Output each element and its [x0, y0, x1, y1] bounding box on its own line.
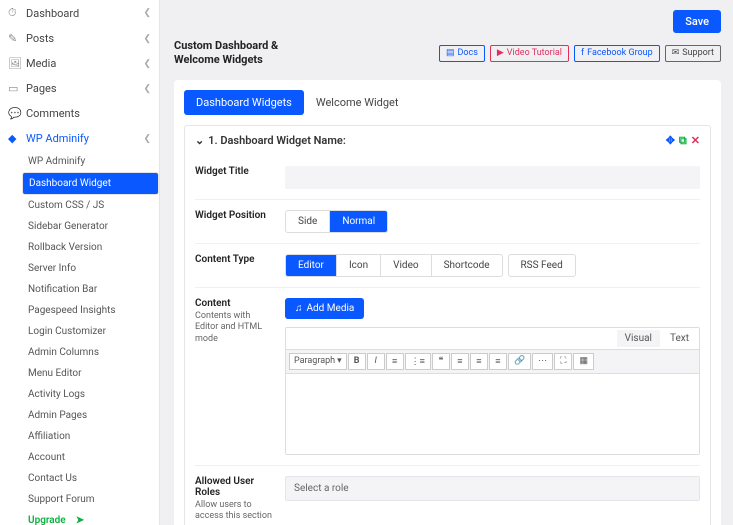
nav-icon: ◆: [8, 132, 20, 145]
subnav-login-customizer[interactable]: Login Customizer: [22, 321, 159, 342]
content-sublabel: Contents with Editor and HTML mode: [195, 311, 275, 346]
subnav-activity-logs[interactable]: Activity Logs: [22, 384, 159, 405]
pill-docs[interactable]: ▤Docs: [439, 45, 485, 62]
nav-icon: ✎: [8, 32, 20, 45]
align-right-icon[interactable]: ≡: [489, 353, 507, 370]
chevron-icon: ❮: [143, 59, 151, 69]
upgrade-arrow-icon: ➤: [76, 515, 84, 525]
pill-facebook-group[interactable]: fFacebook Group: [574, 45, 660, 62]
subnav-server-info[interactable]: Server Info: [22, 258, 159, 279]
nav-icon: ⏱: [8, 6, 20, 20]
pill-video-tutorial[interactable]: ▶Video Tutorial: [490, 45, 569, 62]
subnav-support-forum[interactable]: Support Forum: [22, 489, 159, 510]
subnav-affiliation[interactable]: Affiliation: [22, 426, 159, 447]
subnav-admin-pages[interactable]: Admin Pages: [22, 405, 159, 426]
align-left-icon[interactable]: ≡: [451, 353, 469, 370]
widget-title-label: Widget Title: [195, 166, 275, 177]
nav-icon: 💬: [8, 107, 20, 120]
media-icon: ♫: [295, 303, 303, 314]
widget-name: 1. Dashboard Widget Name:: [208, 134, 346, 147]
nav-icon: ▭: [8, 82, 20, 95]
nav-posts[interactable]: ✎Posts❮: [0, 26, 159, 51]
subnav-sidebar-generator[interactable]: Sidebar Generator: [22, 216, 159, 237]
chevron-icon: ❮: [143, 34, 151, 44]
subnav-menu-editor[interactable]: Menu Editor: [22, 363, 159, 384]
subnav-notification-bar[interactable]: Notification Bar: [22, 279, 159, 300]
ctype-icon[interactable]: Icon: [337, 255, 381, 276]
chevron-icon: ❮: [143, 8, 151, 18]
position-side[interactable]: Side: [286, 211, 330, 232]
visual-tab[interactable]: Visual: [617, 330, 660, 347]
quote-icon[interactable]: ❝: [432, 353, 450, 370]
ctype-shortcode[interactable]: Shortcode: [432, 255, 502, 276]
add-media-button[interactable]: ♫Add Media: [285, 298, 364, 319]
ctype-editor[interactable]: Editor: [286, 255, 337, 276]
nav-media[interactable]: 🖼Media❮: [0, 51, 159, 76]
pill-icon: f: [581, 48, 584, 59]
align-center-icon[interactable]: ≡: [470, 353, 488, 370]
pill-icon: ▤: [446, 48, 455, 59]
list-ul-icon[interactable]: ≡: [386, 353, 404, 370]
subnav-dashboard-widget[interactable]: Dashboard Widget: [22, 172, 159, 195]
chevron-icon: ❮: [143, 134, 151, 144]
tab-welcome-widget[interactable]: Welcome Widget: [304, 90, 411, 115]
subnav-custom-css-js[interactable]: Custom CSS / JS: [22, 195, 159, 216]
content-type-label: Content Type: [195, 254, 275, 265]
nav-icon: 🖼: [8, 57, 20, 70]
italic-icon[interactable]: I: [367, 353, 385, 370]
nav-dashboard[interactable]: ⏱Dashboard❮: [0, 0, 159, 26]
pill-icon: ▶: [497, 48, 504, 59]
nav-wp-adminify[interactable]: ◆WP Adminify❮: [0, 126, 159, 151]
pill-icon: ✉: [672, 48, 680, 59]
main-content: Save Custom Dashboard & Welcome Widgets …: [160, 0, 733, 525]
tab-dashboard-widgets[interactable]: Dashboard Widgets: [184, 90, 304, 115]
delete-icon[interactable]: ✕: [691, 134, 700, 147]
subnav-contact-us[interactable]: Contact Us: [22, 468, 159, 489]
pill-support[interactable]: ✉Support: [665, 45, 721, 62]
list-ol-icon[interactable]: ⋮≡: [405, 353, 431, 370]
paragraph-select[interactable]: Paragraph▾: [289, 353, 347, 370]
subnav-upgrade[interactable]: Upgrade➤: [22, 510, 159, 525]
sidebar: ⏱Dashboard❮✎Posts❮🖼Media❮▭Pages❮💬Comment…: [0, 0, 160, 525]
save-button[interactable]: Save: [673, 10, 721, 33]
move-icon[interactable]: ✥: [666, 134, 675, 147]
content-label: Content: [195, 298, 275, 309]
toolbar-toggle-icon[interactable]: ▦: [573, 353, 594, 370]
page-title: Custom Dashboard & Welcome Widgets: [174, 39, 314, 68]
bold-icon[interactable]: B: [348, 353, 366, 370]
nav-comments[interactable]: 💬Comments: [0, 101, 159, 126]
nav-pages[interactable]: ▭Pages❮: [0, 76, 159, 101]
more-icon[interactable]: ⋯: [532, 353, 553, 370]
copy-icon[interactable]: ⧉: [679, 134, 687, 148]
roles-select[interactable]: Select a role: [285, 476, 700, 501]
ctype-rss-feed[interactable]: RSS Feed: [509, 255, 575, 276]
chevron-icon: ❮: [143, 84, 151, 94]
subnav-account[interactable]: Account: [22, 447, 159, 468]
subnav-wp-adminify[interactable]: WP Adminify: [22, 151, 159, 172]
chevron-down-icon[interactable]: ⌄: [195, 134, 204, 147]
subnav-pagespeed-insights[interactable]: Pagespeed Insights: [22, 300, 159, 321]
widget-position-label: Widget Position: [195, 210, 275, 221]
roles-label: Allowed User Roles: [195, 476, 275, 498]
position-normal[interactable]: Normal: [330, 211, 387, 232]
ctype-video[interactable]: Video: [381, 255, 431, 276]
subnav-admin-columns[interactable]: Admin Columns: [22, 342, 159, 363]
link-icon[interactable]: 🔗: [508, 353, 531, 370]
roles-sublabel: Allow users to access this section: [195, 500, 275, 523]
text-tab[interactable]: Text: [662, 330, 697, 347]
fullscreen-icon[interactable]: ⛶: [554, 353, 572, 370]
widget-title-input[interactable]: [285, 166, 700, 189]
editor-area[interactable]: [286, 374, 699, 454]
subnav-rollback-version[interactable]: Rollback Version: [22, 237, 159, 258]
